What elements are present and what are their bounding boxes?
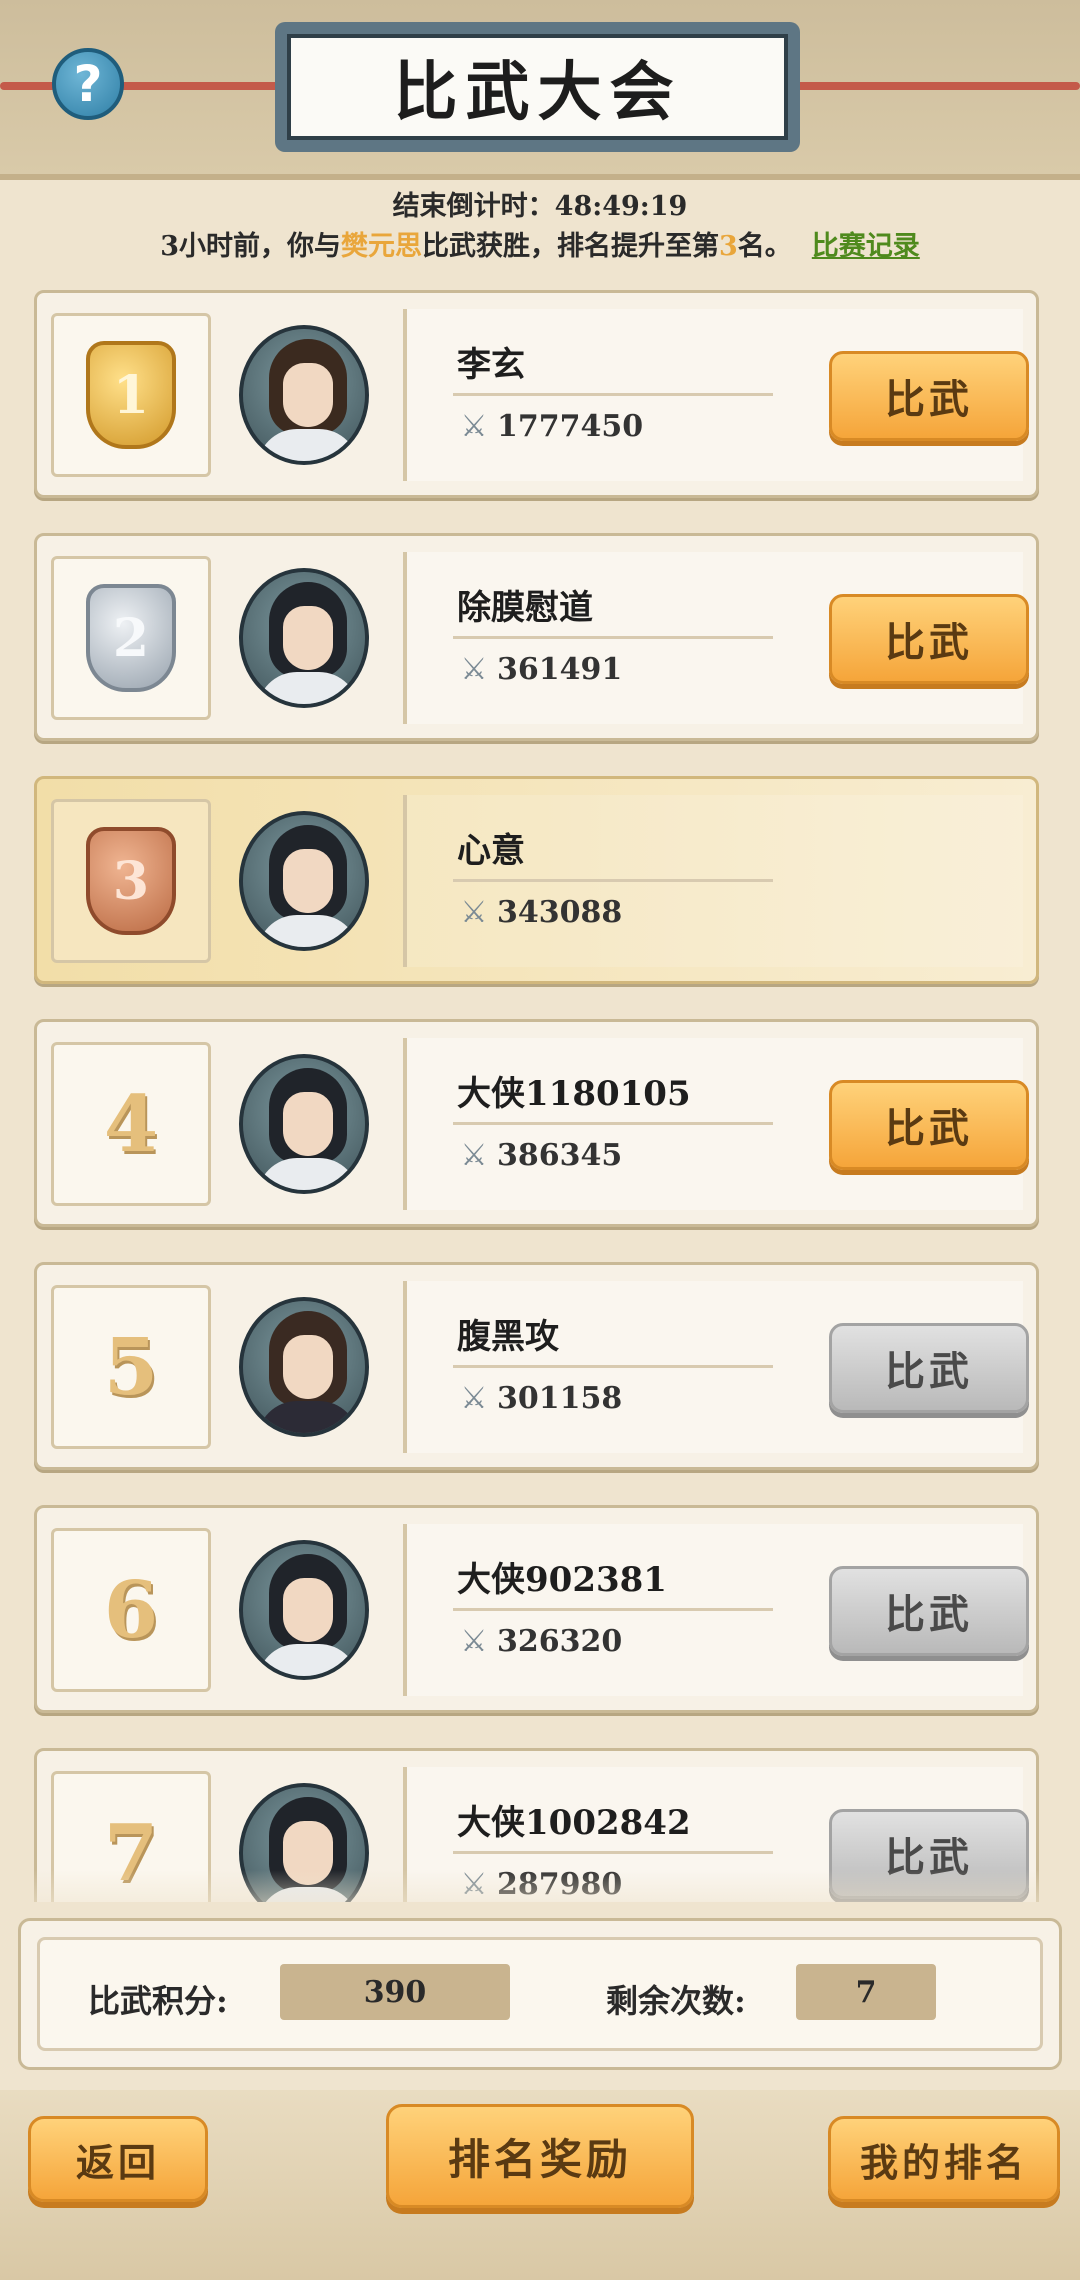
combat-power: ⚔ 326320	[457, 1624, 623, 1659]
divider	[453, 393, 773, 396]
bronze-medal-icon: 3	[86, 827, 176, 935]
player-avatar[interactable]	[239, 811, 369, 951]
player-name: 除膜慰道	[457, 588, 593, 628]
record-suffix: 名。	[737, 231, 792, 262]
divider	[453, 636, 773, 639]
ranking-row: 5 腹黑攻 ⚔ 301158 比武	[34, 1262, 1039, 1470]
silver-medal-icon: 2	[86, 584, 176, 692]
rank-badge: 4	[51, 1042, 211, 1206]
points-label: 比武积分:	[88, 1982, 228, 2020]
combat-power-value: 326320	[497, 1624, 623, 1659]
combat-power: ⚔ 361491	[457, 652, 623, 687]
rank-badge: 6	[51, 1528, 211, 1692]
challenge-button[interactable]: 比武	[829, 594, 1029, 684]
combat-power: ⚔ 386345	[457, 1138, 623, 1173]
combat-power-value: 343088	[497, 895, 623, 930]
crossed-swords-icon: ⚔	[460, 1624, 488, 1659]
ranking-row: 3 心意 ⚔ 343088	[34, 776, 1039, 984]
match-record-link[interactable]: 比赛记录	[812, 231, 920, 262]
player-avatar[interactable]	[239, 1054, 369, 1194]
player-name: 大侠1180105	[457, 1074, 691, 1114]
ranking-row: 1 李玄 ⚔ 1777450 比武	[34, 290, 1039, 498]
combat-power: ⚔ 301158	[457, 1381, 623, 1416]
rank-number: 5	[103, 1321, 159, 1413]
combat-power-value: 386345	[497, 1138, 623, 1173]
help-icon[interactable]: ?	[52, 48, 124, 120]
challenge-button[interactable]: 比武	[829, 1080, 1029, 1170]
combat-power: ⚔ 343088	[457, 895, 623, 930]
player-avatar[interactable]	[239, 325, 369, 465]
my-rank-button[interactable]: 我的排名	[828, 2116, 1060, 2202]
combat-power: ⚔ 1777450	[457, 409, 644, 444]
combat-power-value: 301158	[497, 1381, 623, 1416]
divider	[453, 1608, 773, 1611]
rank-badge: 3	[51, 799, 211, 963]
countdown-value: 48:49:19	[554, 191, 688, 222]
combat-power-value: 1777450	[497, 409, 644, 444]
player-avatar[interactable]	[239, 1297, 369, 1437]
countdown: 结束倒计时：48:49:19	[0, 184, 1080, 223]
record-rank: 3	[719, 231, 738, 262]
page-title: 比武大会	[393, 55, 682, 130]
ranking-row: 6 大侠902381 ⚔ 326320 比武	[34, 1505, 1039, 1713]
rank-number: 6	[103, 1564, 159, 1656]
player-avatar[interactable]	[239, 568, 369, 708]
player-avatar[interactable]	[239, 1540, 369, 1680]
crossed-swords-icon: ⚔	[460, 409, 488, 444]
rope-decoration	[780, 82, 1080, 90]
combat-power-value: 361491	[497, 652, 623, 687]
remaining-label: 剩余次数:	[606, 1982, 746, 2020]
ranking-row: 4 大侠1180105 ⚔ 386345 比武	[34, 1019, 1039, 1227]
rank-badge: 2	[51, 556, 211, 720]
remaining-value: 7	[796, 1964, 936, 2020]
points-value: 390	[280, 1964, 510, 2020]
rank-badge: 1	[51, 313, 211, 477]
challenge-button[interactable]: 比武	[829, 351, 1029, 441]
divider	[453, 1851, 773, 1854]
ranking-row: 2 除膜慰道 ⚔ 361491 比武	[34, 533, 1039, 741]
crossed-swords-icon: ⚔	[460, 652, 488, 687]
countdown-label: 结束倒计时：	[392, 191, 555, 222]
ranking-list[interactable]: 1 李玄 ⚔ 1777450 比武 2 除膜慰道 ⚔ 361491 比武 3 心意 ⚔ 343088 4 大侠…	[34, 290, 1039, 1902]
rank-number: 4	[103, 1078, 159, 1170]
player-info: 心意 ⚔ 343088	[403, 795, 1023, 967]
header-band: ? 比武大会	[0, 0, 1080, 180]
record-middle: 比武获胜，排名提升至第	[422, 231, 719, 262]
rope-decoration	[0, 82, 300, 90]
rank-badge: 5	[51, 1285, 211, 1449]
divider	[453, 1365, 773, 1368]
opponent-name: 樊元思	[341, 231, 422, 262]
divider	[453, 1122, 773, 1125]
record-prefix: 3小时前，你与	[160, 231, 341, 262]
player-name: 大侠902381	[457, 1560, 667, 1600]
player-name: 大侠1002842	[457, 1803, 691, 1843]
player-name: 李玄	[457, 345, 525, 385]
back-button[interactable]: 返回	[28, 2116, 208, 2202]
challenge-button[interactable]: 比武	[829, 1566, 1029, 1656]
divider	[453, 879, 773, 882]
crossed-swords-icon: ⚔	[460, 1381, 488, 1416]
bottom-bar: 返回 排名奖励 我的排名	[0, 2090, 1080, 2280]
battle-record-line: 3小时前，你与樊元思比武获胜，排名提升至第3名。 比赛记录	[0, 224, 1080, 263]
crossed-swords-icon: ⚔	[460, 1138, 488, 1173]
rank-rewards-button[interactable]: 排名奖励	[386, 2104, 694, 2208]
stats-panel: 比武积分: 390 剩余次数: 7	[18, 1918, 1062, 2070]
gold-medal-icon: 1	[86, 341, 176, 449]
player-name: 腹黑攻	[457, 1317, 559, 1357]
challenge-button[interactable]: 比武	[829, 1323, 1029, 1413]
player-name: 心意	[457, 831, 525, 871]
title-plaque: 比武大会	[275, 22, 800, 152]
crossed-swords-icon: ⚔	[460, 895, 488, 930]
